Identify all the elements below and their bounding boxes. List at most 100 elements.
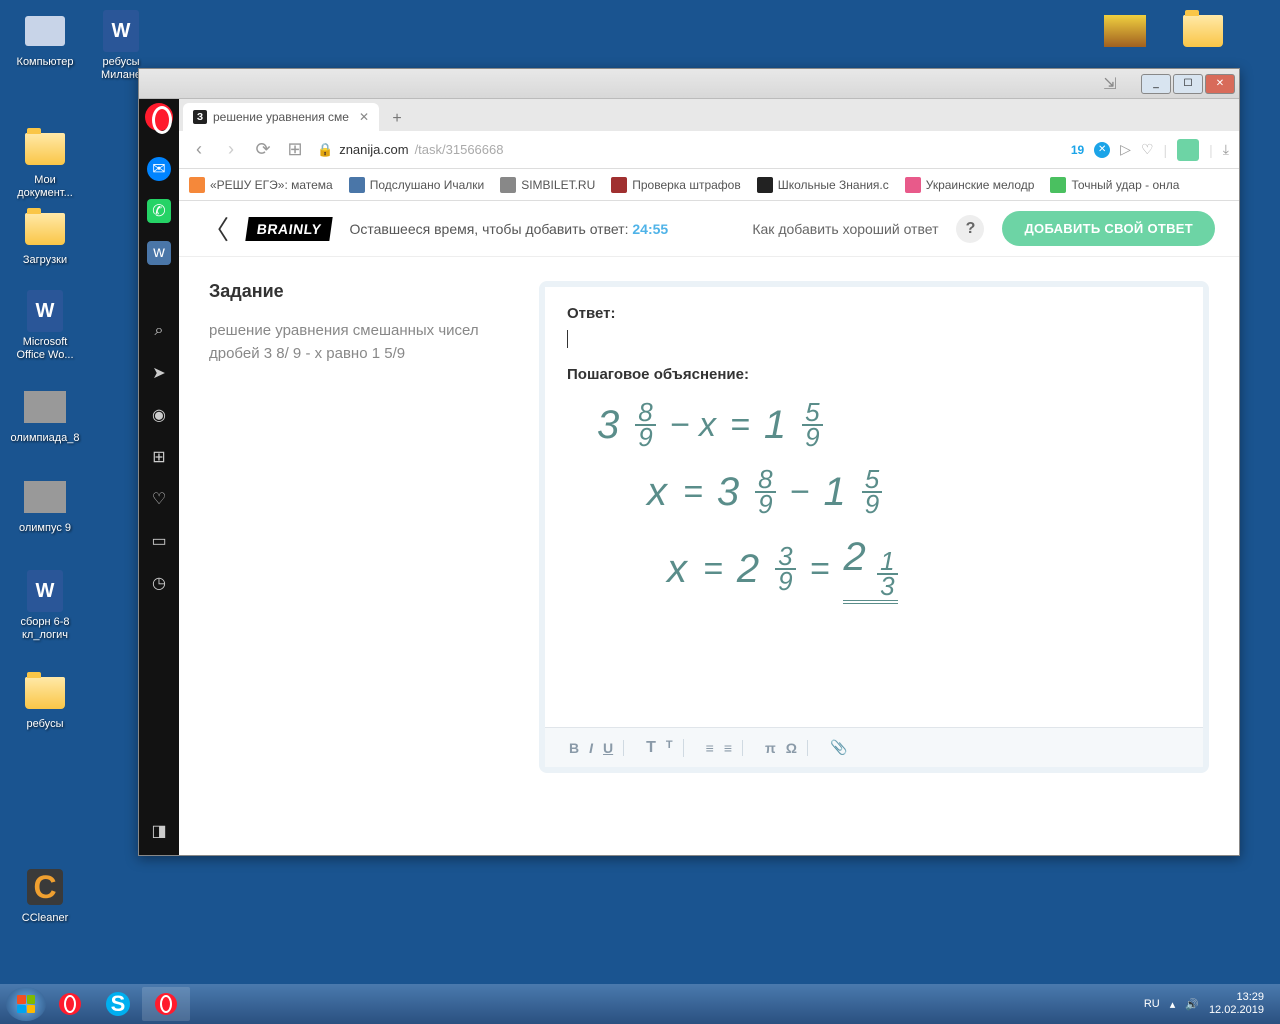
search-icon[interactable]: ⌕ <box>147 319 171 343</box>
pi-button[interactable]: π <box>765 740 776 756</box>
tray-lang[interactable]: RU <box>1144 998 1160 1010</box>
attach-button[interactable]: 📎 <box>830 739 847 756</box>
whatsapp-icon[interactable]: ✆ <box>147 199 171 223</box>
bookmark-label: Точный удар - онла <box>1071 178 1179 192</box>
lock-icon: 🔒 <box>317 142 333 158</box>
icon-label: олимпус 9 <box>10 522 80 535</box>
ordered-list-button[interactable]: ≡ <box>706 740 714 756</box>
taskbar-opera-active[interactable] <box>142 987 190 1021</box>
bold-button[interactable]: B <box>569 740 579 756</box>
bookmark-item[interactable]: Подслушано Ичалки <box>349 177 484 193</box>
address-bar: ‹ › ⟳ ⊞ 🔒 znanija.com/task/31566668 19 ✕… <box>179 131 1239 169</box>
nav-forward-icon[interactable]: › <box>221 139 241 160</box>
hw-op: − <box>790 473 810 512</box>
tab-close-icon[interactable]: ✕ <box>359 110 369 124</box>
desktop-icon[interactable] <box>1168 10 1238 56</box>
add-answer-button[interactable]: ДОБАВИТЬ СВОЙ ОТВЕТ <box>1002 211 1215 246</box>
collapse-icon[interactable]: ◨ <box>147 819 171 843</box>
tray-volume-icon[interactable]: 🔊 <box>1185 998 1199 1011</box>
bookmark-favicon-icon <box>757 177 773 193</box>
grid-icon[interactable]: ⊞ <box>147 445 171 469</box>
taskbar-skype[interactable]: S <box>94 987 142 1021</box>
timer-block: Оставшееся время, чтобы добавить ответ: … <box>349 221 668 237</box>
bookmark-item[interactable]: «РЕШУ ЕГЭ»: матема <box>189 177 333 193</box>
bookmark-label: «РЕШУ ЕГЭ»: матема <box>210 178 333 192</box>
desktop-icon[interactable] <box>1090 10 1160 56</box>
italic-button[interactable]: I <box>589 740 593 756</box>
blocker-count: 19 <box>1071 143 1084 157</box>
start-button[interactable] <box>6 987 46 1021</box>
messenger-icon[interactable]: ✉ <box>147 157 171 181</box>
minimize-button[interactable]: _ <box>1141 74 1171 94</box>
desktop-icon[interactable]: Компьютер <box>10 10 80 69</box>
bookmark-label: Проверка штрафов <box>632 178 740 192</box>
bookmark-item[interactable]: Украинские мелодр <box>905 177 1035 193</box>
opera-sidebar: ✉ ✆ w ⌕ ➤ ◉ ⊞ ♡ ▭ ◷ ◨ <box>139 99 179 855</box>
speed-dial-icon[interactable]: ⊞ <box>285 139 305 160</box>
taskbar-opera[interactable] <box>46 987 94 1021</box>
frame-icon[interactable]: ▭ <box>147 529 171 553</box>
new-tab-button[interactable]: + <box>385 107 409 131</box>
url-path: /task/31566668 <box>415 142 504 157</box>
send-icon[interactable]: ➤ <box>147 361 171 385</box>
hw-num: 2 <box>737 547 759 592</box>
hw-num: 1 <box>764 403 786 448</box>
blocker-icon[interactable]: ✕ <box>1094 142 1110 158</box>
history-icon[interactable]: ◷ <box>147 571 171 595</box>
bookmark-item[interactable]: Школьные Знания.c <box>757 177 889 193</box>
vpn-icon[interactable]: ▷ <box>1120 141 1131 158</box>
extension-icon[interactable] <box>1177 139 1199 161</box>
tab-title: решение уравнения сме <box>213 110 349 124</box>
maximize-button[interactable]: ☐ <box>1173 74 1203 94</box>
file-icon <box>24 128 66 170</box>
file-icon <box>24 672 66 714</box>
desktop-icon[interactable]: W Microsoft Office Wo... <box>10 290 80 362</box>
opera-logo-icon[interactable] <box>145 103 173 131</box>
desktop-icon[interactable]: Загрузки <box>10 208 80 267</box>
underline-button[interactable]: U <box>603 740 613 756</box>
textsize-large-button[interactable]: T <box>646 739 656 757</box>
download-icon[interactable]: ⤓ <box>1223 141 1229 158</box>
file-icon: W <box>24 290 66 332</box>
hw-num: 1 <box>823 470 845 515</box>
pin-icon[interactable]: ⇲ <box>1099 73 1121 95</box>
timer-label: Оставшееся время, чтобы добавить ответ: <box>349 221 628 237</box>
file-icon: W <box>100 10 142 52</box>
tray-clock[interactable]: 13:29 12.02.2019 <box>1209 991 1264 1017</box>
answer-box: Ответ: Пошаговое объяснение: 3 89 − x = <box>539 281 1209 773</box>
browser-tab[interactable]: З решение уравнения сме ✕ <box>183 103 379 131</box>
bookmark-item[interactable]: Проверка штрафов <box>611 177 740 193</box>
close-button[interactable]: ✕ <box>1205 74 1235 94</box>
bookmark-label: Подслушано Ичалки <box>370 178 484 192</box>
vk-icon[interactable]: w <box>147 241 171 265</box>
camera-icon[interactable]: ◉ <box>147 403 171 427</box>
hw-num: 3 <box>717 470 739 515</box>
desktop-icon[interactable]: CCCleaner <box>10 866 80 925</box>
heart-icon[interactable]: ♡ <box>147 487 171 511</box>
desktop-icon[interactable]: Wсборн 6-8 кл_логич <box>10 570 80 642</box>
bookmark-item[interactable]: Точный удар - онла <box>1050 177 1179 193</box>
url-field[interactable]: 🔒 znanija.com/task/31566668 <box>317 142 1059 158</box>
unordered-list-button[interactable]: ≡ <box>724 740 732 756</box>
tray-up-icon[interactable]: ▴ <box>1170 998 1176 1011</box>
bookmarks-bar: «РЕШУ ЕГЭ»: матема Подслушано Ичалки SIMBI… <box>179 169 1239 201</box>
hw-num: 3 <box>877 575 897 598</box>
omega-button[interactable]: Ω <box>786 740 797 756</box>
textsize-small-button[interactable]: T <box>666 739 673 757</box>
page-back-icon[interactable]: 〈 <box>203 210 229 247</box>
desktop-icon[interactable]: олимпиада_8 <box>10 386 80 445</box>
desktop-icon[interactable]: олимпус 9 <box>10 476 80 535</box>
brainly-logo[interactable]: BRAINLY <box>245 217 333 241</box>
answer-editor[interactable]: Ответ: Пошаговое объяснение: 3 89 − x = <box>545 287 1203 727</box>
bookmark-favicon-icon <box>611 177 627 193</box>
bookmark-item[interactable]: SIMBILET.RU <box>500 177 595 193</box>
hw-op: = <box>703 550 723 589</box>
desktop-icon[interactable]: Мои документ... <box>10 128 80 200</box>
icon-label: Microsoft Office Wo... <box>10 336 80 362</box>
nav-back-icon[interactable]: ‹ <box>189 139 209 160</box>
desktop-icon[interactable]: ребусы <box>10 672 80 731</box>
help-icon[interactable]: ? <box>956 215 984 243</box>
heart-outline-icon[interactable]: ♡ <box>1141 141 1154 158</box>
reload-icon[interactable]: ⟳ <box>253 139 273 160</box>
hw-num: 9 <box>862 493 882 516</box>
